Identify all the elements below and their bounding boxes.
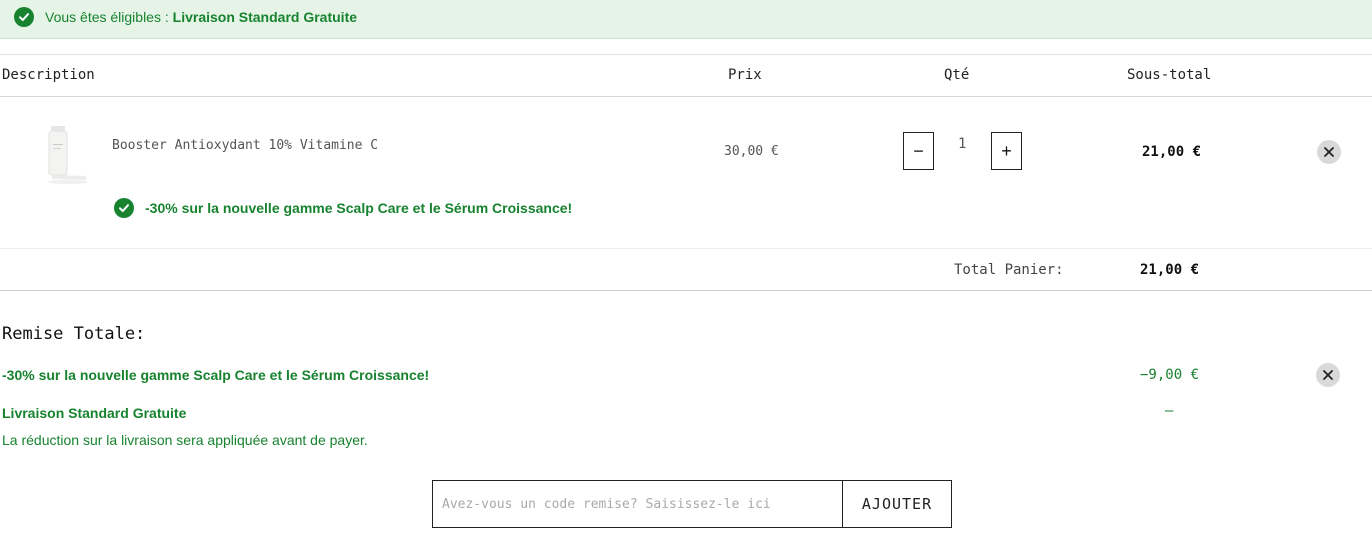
check-circle-icon	[14, 7, 34, 27]
shipping-discount-note: La réduction sur la livraison sera appli…	[2, 432, 368, 448]
remove-discount-button[interactable]	[1316, 363, 1340, 387]
eligibility-text: Vous êtes éligibles : Livraison Standard…	[45, 9, 357, 25]
qty-decrease-button[interactable]: −	[903, 132, 934, 170]
coupon-code-input[interactable]	[432, 480, 843, 528]
discount-section-title: Remise Totale:	[2, 324, 146, 344]
check-circle-icon	[114, 198, 134, 218]
divider	[0, 248, 1372, 249]
divider	[0, 96, 1372, 97]
close-icon	[1324, 147, 1334, 157]
product-name-link[interactable]: Booster Antioxydant 10% Vitamine C	[112, 138, 378, 153]
product-thumbnail[interactable]	[46, 124, 90, 186]
shipping-discount-label: Livraison Standard Gratuite	[2, 405, 187, 421]
product-price: 30,00 €	[724, 144, 779, 159]
divider	[0, 290, 1372, 291]
remove-item-button[interactable]	[1317, 140, 1341, 164]
cart-total-value: 21,00 €	[1140, 262, 1200, 278]
plus-icon: +	[1001, 140, 1012, 161]
divider	[0, 54, 1372, 55]
close-icon	[1323, 370, 1333, 380]
eligibility-prefix: Vous êtes éligibles :	[45, 9, 173, 25]
cart-total-label: Total Panier:	[954, 262, 1064, 278]
add-coupon-button[interactable]: AJOUTER	[842, 480, 952, 528]
qty-value[interactable]: 1	[958, 136, 966, 152]
discount-promo-amount: −9,00 €	[1140, 367, 1200, 383]
header-qty: Qté	[944, 67, 970, 83]
eligibility-banner: Vous êtes éligibles : Livraison Standard…	[0, 0, 1372, 39]
header-subtotal: Sous-total	[1127, 67, 1212, 83]
minus-icon: −	[913, 140, 924, 161]
item-subtotal: 21,00 €	[1142, 144, 1202, 160]
header-description: Description	[2, 67, 95, 83]
item-promo-text: -30% sur la nouvelle gamme Scalp Care et…	[145, 200, 573, 216]
qty-increase-button[interactable]: +	[991, 132, 1022, 170]
shipping-discount-amount: –	[1165, 403, 1174, 419]
header-price: Prix	[728, 67, 762, 83]
eligibility-highlight: Livraison Standard Gratuite	[172, 9, 358, 25]
discount-promo-label: -30% sur la nouvelle gamme Scalp Care et…	[2, 367, 430, 383]
